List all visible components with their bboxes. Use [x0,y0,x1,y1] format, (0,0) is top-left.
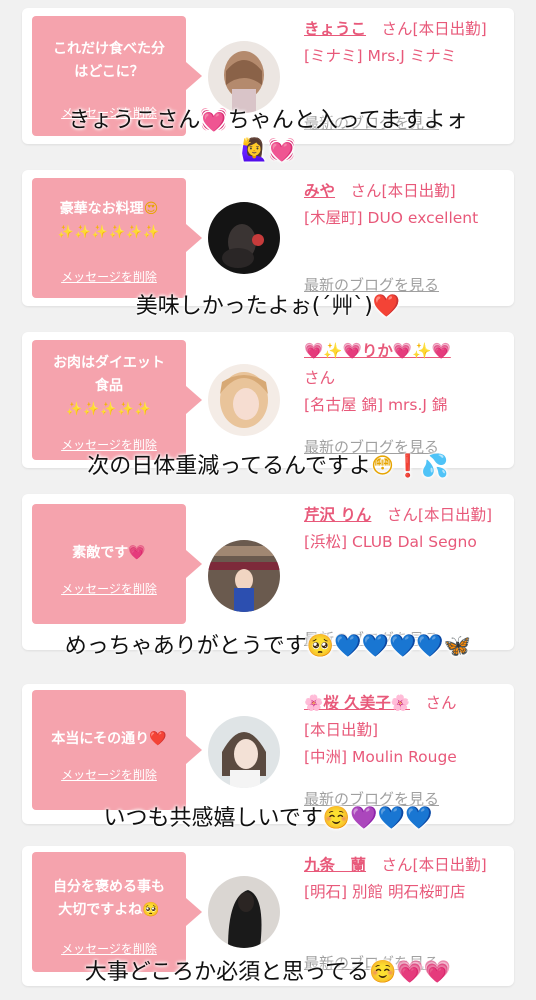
avatar[interactable] [208,540,280,612]
sparkles-emoji: ✨✨✨✨✨✨ [57,225,161,240]
shop-name: [木屋町] DUO excellent [304,209,479,227]
cast-name-link[interactable]: みや [304,182,335,200]
message-text: お肉はダイエット 食品 [53,355,165,394]
cast-name-link[interactable]: きょうこ [304,20,366,38]
message-text: 豪華なお料理😍 [59,201,159,217]
cast-info: 九条 蘭 さん[本日出勤] [明石] 別館 明石桜町店 [304,852,509,906]
message-text: 本当にその通り❤️ [51,731,167,747]
overlay-caption: めっちゃありがとうです🥺💙💙💙💙🦋 [64,634,472,659]
heart-emoji: 💗💗 [396,960,452,985]
avatar[interactable] [208,364,280,436]
cast-info: きょうこ さん[本日出勤] [ミナミ] Mrs.J ミナミ [304,16,509,70]
sparkles-emoji: ✨✨✨✨✨ [66,402,152,417]
delete-message-link[interactable]: メッセージを削除 [32,436,186,453]
cast-status: [本日出勤] [304,721,379,739]
shop-name: [明石] 別館 明石桜町店 [304,883,466,901]
message-bubble: お肉はダイエット 食品 ✨✨✨✨✨ メッセージを削除 [32,340,202,460]
cast-name-link[interactable]: 🌸桜 久美子🌸 [304,694,410,712]
red-heart-emoji: ❤️ [372,294,401,319]
delete-message-link[interactable]: メッセージを削除 [32,766,186,783]
purple-heart-emoji: 💜 [350,806,378,831]
cast-info: 🌸桜 久美子🌸 さん [本日出勤] [中洲] Moulin Rouge [304,690,509,771]
cast-info: みや さん[本日出勤] [木屋町] DUO excellent [304,178,509,232]
cast-status: さん [304,369,336,387]
blue-hearts-emoji: 💙💙 [377,806,433,831]
cast-status: さん[本日出勤] [366,856,487,874]
message-text: 自分を褒める事も 大切ですよね🥺 [53,879,165,918]
overlay-caption: いつも共感嬉しいです☺️💜💙💙 [103,806,433,831]
delete-message-link[interactable]: メッセージを削除 [32,268,186,285]
avatar[interactable] [208,876,280,948]
shop-name: [中洲] Moulin Rouge [304,748,457,766]
shop-name: [ミナミ] Mrs.J ミナミ [304,47,457,65]
delete-message-link[interactable]: メッセージを削除 [32,580,186,597]
message-text: 素敵です💗 [72,545,146,561]
smiling-heart-eyes-emoji: 😍 [143,201,159,217]
cast-status: さん[本日出勤] [335,182,456,200]
pleading-face-emoji: 🥺 [142,902,160,918]
message-text: これだけ食べた分 はどこに？ [53,41,165,80]
overlay-caption: 大事どころか必須と思ってる☺️💗💗 [84,960,452,985]
message-card: 本当にその通り❤️ メッセージを削除 🌸桜 久美子🌸 さん [本日出勤] [中洲… [22,684,514,824]
heart-emoji: 💓 [268,138,296,163]
overlay-caption: きょうこさん💓ちゃんと入ってますよォ 🙋‍♀️💓 [68,108,468,163]
shop-name: [名古屋 錦] mrs.J 錦 [304,396,448,414]
blue-hearts-emoji: 💙💙💙💙 [334,634,444,659]
message-bubble: 素敵です💗 メッセージを削除 [32,504,202,624]
cast-name-link[interactable]: 💗✨💗りか💗✨💗 [304,342,451,360]
red-heart-emoji: ❤️ [149,731,167,747]
smiling-face-emoji: ☺️ [322,806,351,831]
heart-emoji: 💗 [128,545,146,561]
exclamation-emoji: ❗ [393,454,422,479]
flushed-face-emoji: 😳 [371,454,394,479]
message-card: 素敵です💗 メッセージを削除 芹沢 りん さん[本日出勤] [浜松] CLUB … [22,494,514,650]
smiling-face-emoji: ☺️ [369,960,397,985]
overlay-caption: 次の日体重減ってるんですよ😳❗💦 [87,454,449,479]
message-bubble: 自分を褒める事も 大切ですよね🥺 メッセージを削除 [32,852,202,972]
heart-emoji: 💓 [200,108,228,133]
shop-name: [浜松] CLUB Dal Segno [304,533,477,551]
sweat-drops-emoji: 💦 [421,454,449,479]
cast-suffix: さん [410,694,457,712]
message-card: お肉はダイエット 食品 ✨✨✨✨✨ メッセージを削除 💗✨💗りか💗✨💗 さん [… [22,332,514,468]
avatar[interactable] [208,41,280,113]
pleading-face-emoji: 🥺 [306,634,335,659]
cast-info: 芹沢 りん さん[本日出勤] [浜松] CLUB Dal Segno [304,502,509,556]
avatar[interactable] [208,202,280,274]
delete-message-link[interactable]: メッセージを削除 [32,940,186,957]
cast-info: 💗✨💗りか💗✨💗 さん [名古屋 錦] mrs.J 錦 [304,338,509,419]
message-bubble: 本当にその通り❤️ メッセージを削除 [32,690,202,810]
person-raising-hand-emoji: 🙋‍♀️ [240,138,268,163]
cast-name-link[interactable]: 芹沢 りん [304,506,371,524]
avatar[interactable] [208,716,280,788]
cast-name-link[interactable]: 九条 蘭 [304,856,366,874]
message-bubble: 豪華なお料理😍 ✨✨✨✨✨✨ メッセージを削除 [32,178,202,298]
cast-status: さん[本日出勤] [371,506,493,524]
message-card: 豪華なお料理😍 ✨✨✨✨✨✨ メッセージを削除 みや さん[本日出勤] [木屋町… [22,170,514,306]
overlay-caption: 美味しかったよぉ(´艸`)❤️ [135,294,401,319]
butterfly-emoji: 🦋 [443,634,472,659]
cast-status: さん[本日出勤] [366,20,487,38]
